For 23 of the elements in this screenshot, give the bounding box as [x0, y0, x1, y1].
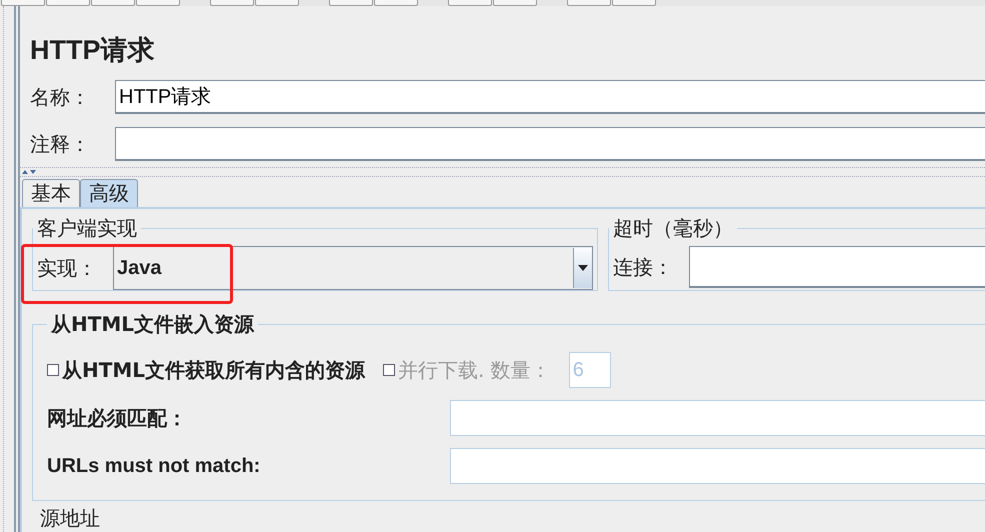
splitter-bar[interactable] [3, 6, 16, 532]
group-title: 超时（毫秒） [612, 215, 734, 242]
dropdown[interactable]: Java [113, 246, 593, 290]
checkbox[interactable]: 从HTML文件获取所有内含的资源 [47, 356, 366, 384]
field-label: 名称： [29, 84, 91, 110]
input-field[interactable] [450, 448, 985, 484]
input-field[interactable] [450, 400, 985, 436]
field-label: 网址必须匹配： [47, 406, 188, 432]
panel-title: HTTP请求 [30, 34, 156, 66]
tab[interactable]: 基本 [22, 178, 80, 207]
group-title: 客户端实现 [36, 215, 138, 242]
group-title: 从HTML文件嵌入资源 [50, 311, 256, 338]
splitter-arrows-icon[interactable] [22, 169, 36, 175]
field-label: 实现： [36, 254, 98, 282]
input-field[interactable] [689, 246, 985, 288]
input-field[interactable]: HTTP请求 [115, 80, 985, 114]
field-label: 连接： [612, 254, 674, 280]
input-field[interactable] [115, 127, 985, 161]
field-label: URLs must not match: [47, 454, 262, 478]
caret-icon [578, 265, 588, 271]
section-title: 源地址 [39, 505, 101, 532]
field-label: 注释： [29, 130, 91, 158]
tab[interactable]: 高级 [80, 178, 138, 207]
